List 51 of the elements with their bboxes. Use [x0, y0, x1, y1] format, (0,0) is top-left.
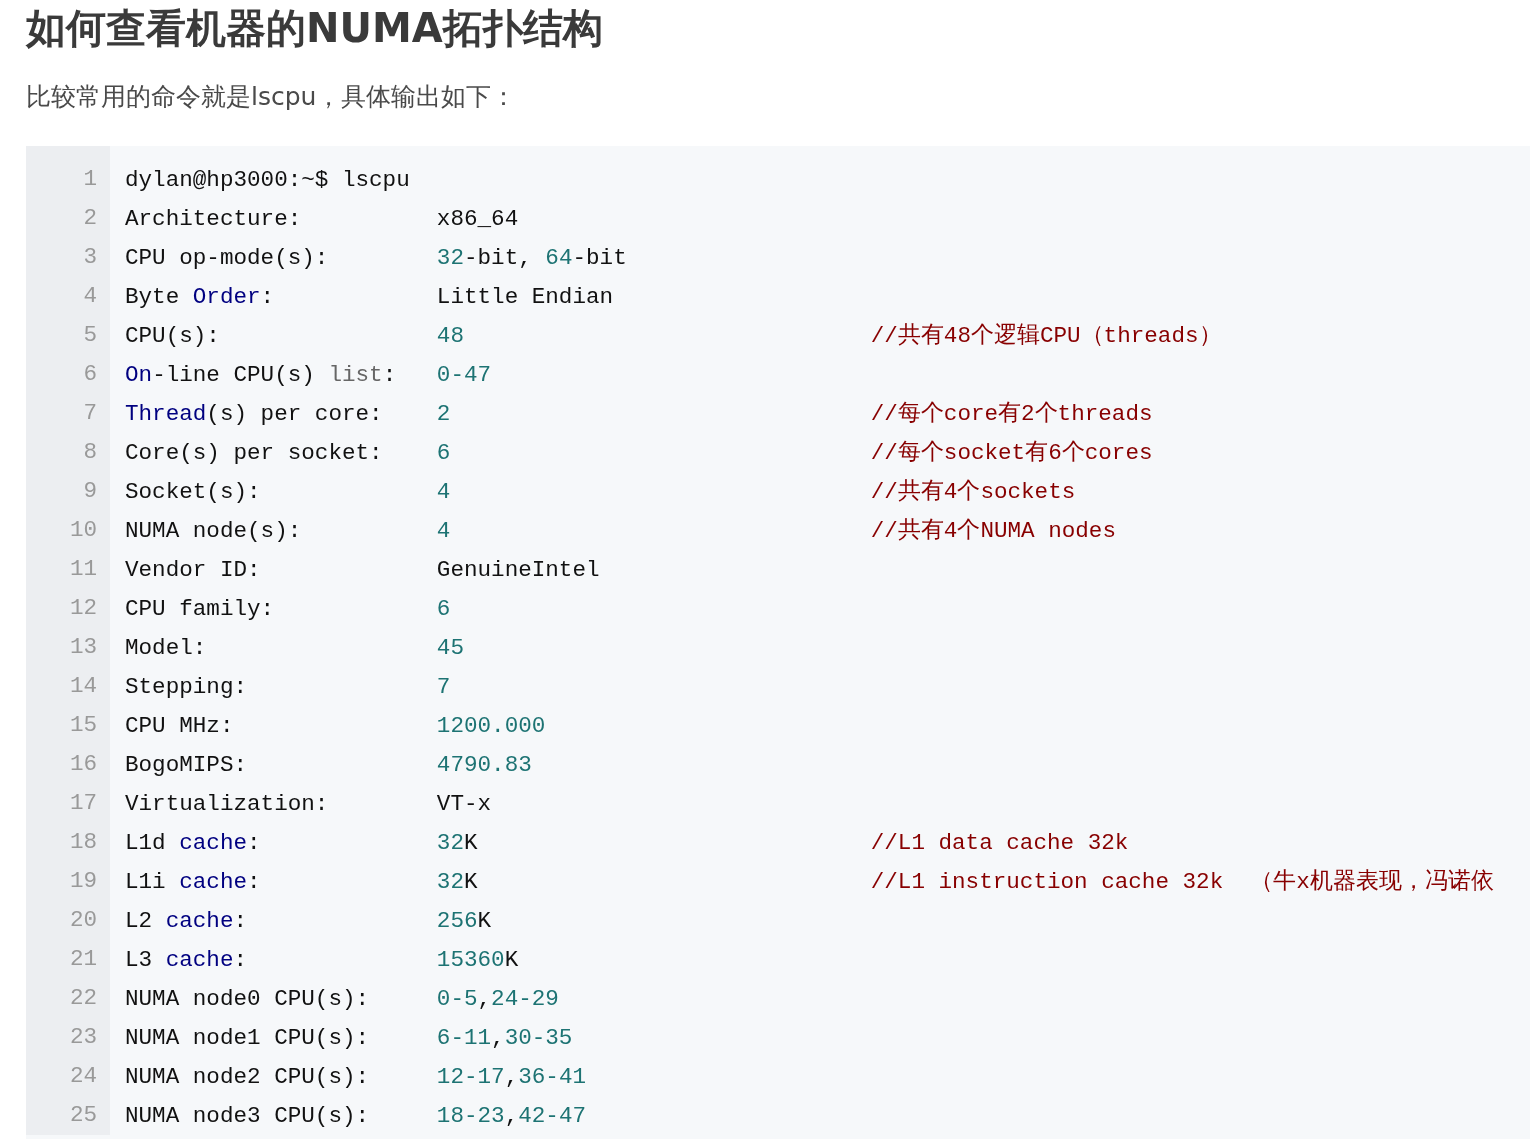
- line-number: 19: [26, 862, 110, 901]
- code-line: Stepping: 7: [125, 672, 451, 702]
- code-line: Model: 45: [125, 633, 464, 663]
- line-number: 16: [26, 745, 110, 784]
- article-heading: 如何查看机器的NUMA拓扑结构: [26, 4, 604, 53]
- line-number: 10: [26, 511, 110, 550]
- line-number: 2: [26, 199, 110, 238]
- code-line: On-line CPU(s) list: 0-47: [125, 360, 492, 390]
- code-line: CPU op-mode(s): 32-bit, 64-bit: [125, 243, 627, 273]
- code-line: NUMA node1 CPU(s): 6-11,30-35: [125, 1023, 573, 1053]
- code-line: dylan@hp3000:~$ lscpu: [125, 165, 410, 195]
- line-number: 14: [26, 667, 110, 706]
- code-line: Architecture: x86_64: [125, 204, 519, 234]
- line-number: 18: [26, 823, 110, 862]
- line-number: 24: [26, 1057, 110, 1096]
- code-line: NUMA node2 CPU(s): 12-17,36-41: [125, 1062, 586, 1092]
- line-number: 15: [26, 706, 110, 745]
- intro-paragraph: 比较常用的命令就是lscpu，具体输出如下：: [26, 81, 518, 113]
- line-number: 17: [26, 784, 110, 823]
- code-line: Byte Order: Little Endian: [125, 282, 614, 312]
- code-line: L2 cache: 256K: [125, 906, 492, 936]
- code-line: Virtualization: VT-x: [125, 789, 492, 819]
- line-number: 9: [26, 472, 110, 511]
- line-number: 23: [26, 1018, 110, 1057]
- line-number: 12: [26, 589, 110, 628]
- code-line: Thread(s) per core: 2 //每个core有2个threads: [125, 399, 1153, 429]
- code-line: NUMA node(s): 4 //共有4个NUMA nodes: [125, 516, 1116, 546]
- line-number: 6: [26, 355, 110, 394]
- code-line: CPU MHz: 1200.000: [125, 711, 546, 741]
- line-number: 25: [26, 1096, 110, 1135]
- line-number: 7: [26, 394, 110, 433]
- line-number: 20: [26, 901, 110, 940]
- line-number: 22: [26, 979, 110, 1018]
- code-line: BogoMIPS: 4790.83: [125, 750, 532, 780]
- code-line: CPU(s): 48 //共有48个逻辑CPU（threads）: [125, 321, 1222, 351]
- line-number: 4: [26, 277, 110, 316]
- code-line: Vendor ID: GenuineIntel: [125, 555, 600, 585]
- code-line: NUMA node3 CPU(s): 18-23,42-47: [125, 1101, 586, 1131]
- code-line: L1i cache: 32K //L1 instruction cache 32k （牛x机器表现，冯诺依: [125, 867, 1494, 897]
- code-line: Core(s) per socket: 6 //每个socket有6个cores: [125, 438, 1153, 468]
- line-number: 8: [26, 433, 110, 472]
- line-number: 13: [26, 628, 110, 667]
- code-line: L1d cache: 32K //L1 data cache 32k: [125, 828, 1129, 858]
- line-number: 3: [26, 238, 110, 277]
- line-number: 11: [26, 550, 110, 589]
- code-line: NUMA node0 CPU(s): 0-5,24-29: [125, 984, 559, 1014]
- code-line: CPU family: 6: [125, 594, 451, 624]
- line-number: 5: [26, 316, 110, 355]
- code-line: L3 cache: 15360K: [125, 945, 519, 975]
- code-line: Socket(s): 4 //共有4个sockets: [125, 477, 1076, 507]
- line-number: 21: [26, 940, 110, 979]
